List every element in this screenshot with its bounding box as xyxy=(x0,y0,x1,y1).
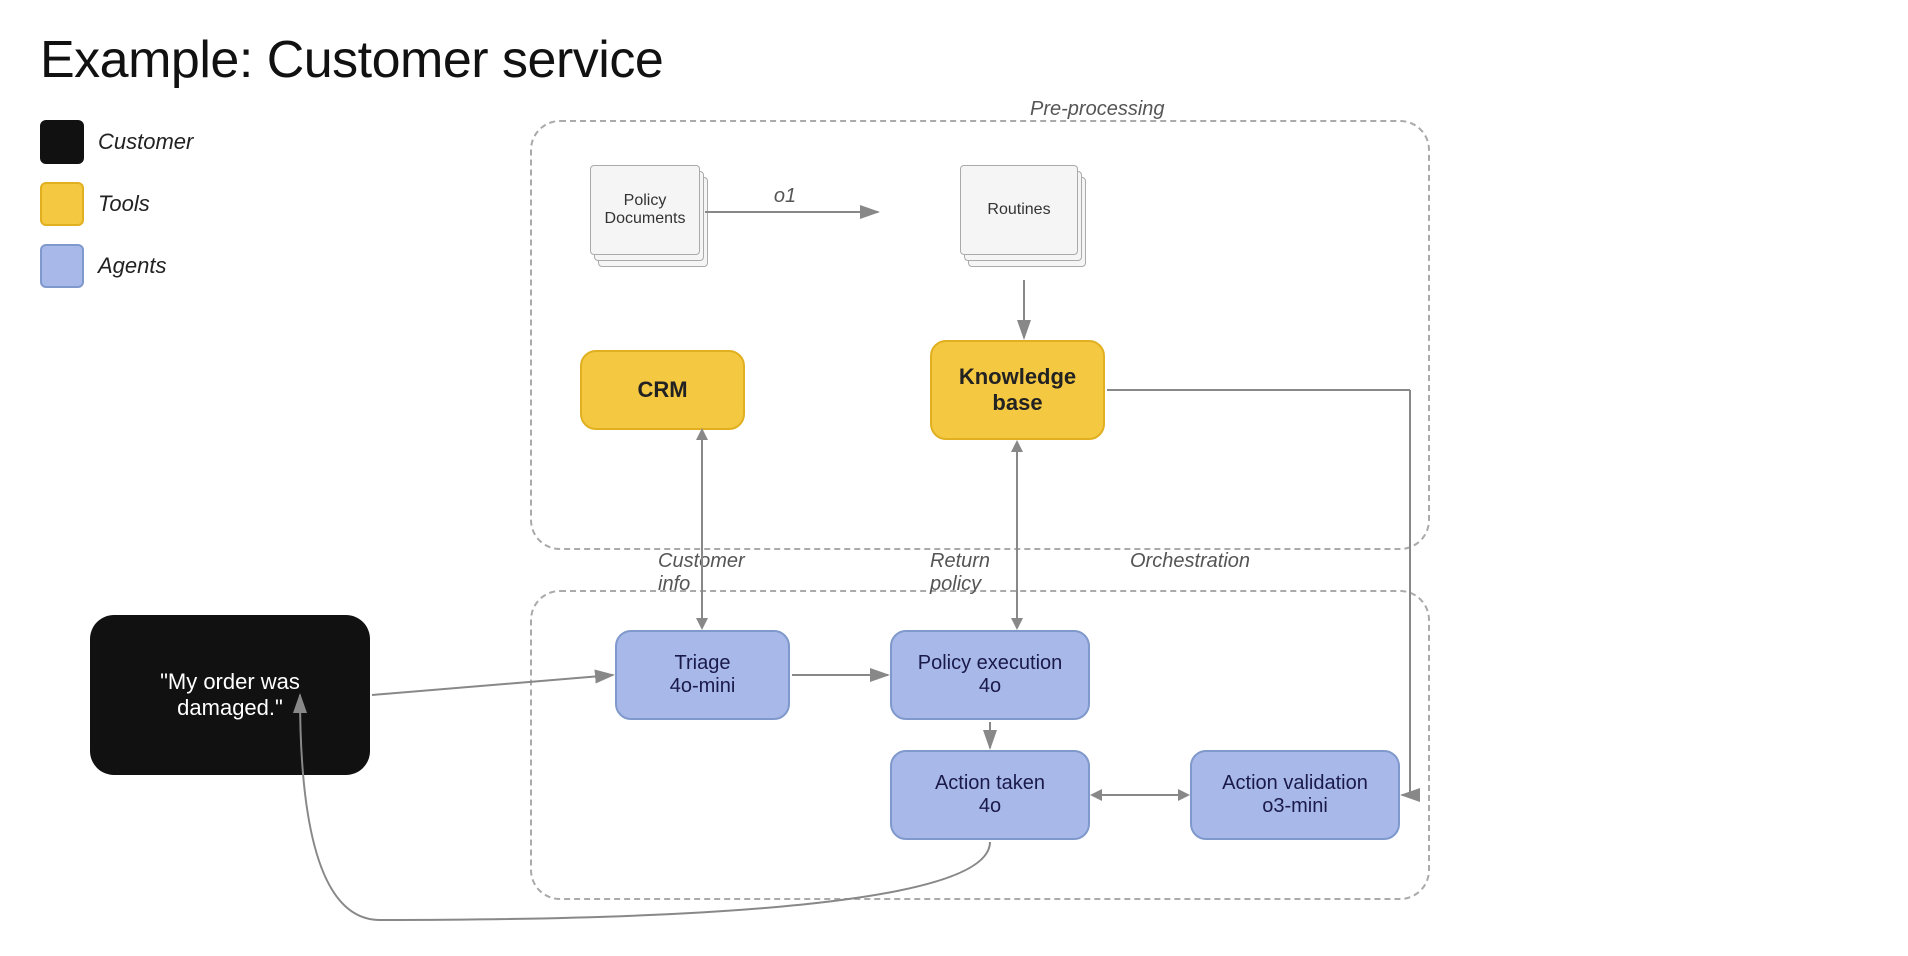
policy-documents: PolicyDocuments xyxy=(590,165,720,280)
orchestration-label: Orchestration xyxy=(1130,550,1250,573)
agents-color-box xyxy=(40,244,84,288)
legend-tools: Tools xyxy=(40,182,193,226)
legend-agents: Agents xyxy=(40,244,193,288)
legend-agents-label: Agents xyxy=(98,253,167,279)
customer-box: "My order was damaged." xyxy=(90,615,370,775)
action-taken-box: Action taken4o xyxy=(890,750,1090,840)
customer-info-label: Customerinfo xyxy=(658,550,745,596)
tools-color-box xyxy=(40,182,84,226)
crm-box: CRM xyxy=(580,350,745,430)
routines: Routines xyxy=(960,165,1100,280)
return-policy-label: Returnpolicy xyxy=(930,550,990,596)
knowledge-base-box: Knowledgebase xyxy=(930,340,1105,440)
legend-tools-label: Tools xyxy=(98,191,150,217)
policy-execution-box: Policy execution4o xyxy=(890,630,1090,720)
preprocessing-label: Pre-processing xyxy=(1030,98,1165,121)
action-validation-box: Action validationo3-mini xyxy=(1190,750,1400,840)
legend-customer: Customer xyxy=(40,120,193,164)
triage-box: Triage4o-mini xyxy=(615,630,790,720)
legend-customer-label: Customer xyxy=(98,129,193,155)
diagram: Pre-processing Customerinfo Returnpolicy… xyxy=(400,60,1860,940)
customer-color-box xyxy=(40,120,84,164)
legend: Customer Tools Agents xyxy=(40,120,193,288)
